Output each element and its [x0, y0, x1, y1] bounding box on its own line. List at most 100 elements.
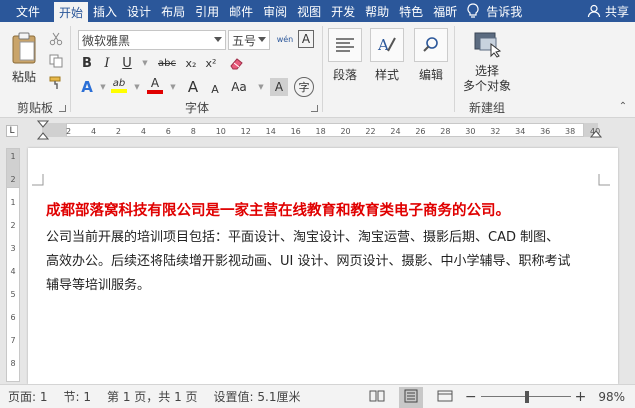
tab-insert[interactable]: 插入	[88, 0, 122, 22]
select-objects-label: 选择 多个对象	[456, 64, 518, 94]
zoom-level[interactable]: 98%	[598, 390, 625, 404]
font-name-select[interactable]: 微软雅黑	[78, 30, 226, 50]
tab-special[interactable]: 特色	[394, 0, 428, 22]
clipboard-dialog-launcher[interactable]	[59, 105, 66, 112]
vertical-ruler[interactable]: 1 2 1 2 3 4 5 6 7 8	[0, 142, 24, 382]
print-layout-button[interactable]	[398, 386, 423, 408]
paragraph-button[interactable]	[328, 28, 362, 62]
select-objects-label-line1: 选择	[474, 64, 499, 78]
font-dialog-launcher[interactable]	[311, 105, 318, 112]
ruler-tick-label: 8	[190, 127, 196, 136]
font-color-dropdown[interactable]: ▼	[164, 78, 182, 96]
tell-me-box[interactable]: 告诉我	[462, 0, 526, 22]
document-title-line[interactable]: 成都部落窝科技有限公司是一家主营在线教育和教育类电子商务的公司。	[46, 200, 601, 222]
italic-button[interactable]: I	[98, 54, 116, 72]
status-page-count[interactable]: 第 1 页，共 1 页	[91, 388, 198, 405]
collapse-ribbon-button[interactable]: ⌃	[617, 101, 629, 112]
ruler-tick-label: 20	[340, 127, 351, 136]
tab-file[interactable]: 文件	[0, 0, 54, 22]
tab-help[interactable]: 帮助	[360, 0, 394, 22]
change-case-dropdown[interactable]: ▼	[252, 78, 270, 96]
chevron-down-icon	[214, 37, 222, 42]
tab-developer[interactable]: 开发	[326, 0, 360, 22]
share-button[interactable]: 共享	[587, 0, 635, 22]
status-section[interactable]: 节: 1	[48, 388, 92, 405]
editing-button[interactable]	[414, 28, 448, 62]
vertical-scrollbar[interactable]	[625, 142, 635, 384]
read-mode-button[interactable]	[369, 389, 385, 406]
new-group-label: 新建组	[468, 101, 505, 115]
clear-formatting-button[interactable]	[228, 54, 246, 72]
tab-view[interactable]: 视图	[292, 0, 326, 22]
group-separator	[70, 26, 71, 112]
group-separator	[454, 26, 455, 112]
tab-layout[interactable]: 布局	[156, 0, 190, 22]
strikethrough-button[interactable]: abc	[154, 54, 180, 72]
shrink-font-button[interactable]: A	[206, 80, 224, 98]
tab-mailings[interactable]: 邮件	[224, 0, 258, 22]
status-setting-value[interactable]: 设置值: 5.1厘米	[198, 388, 301, 405]
highlight-dropdown[interactable]: ▼	[128, 78, 146, 96]
underline-dropdown[interactable]: ▼	[136, 54, 154, 72]
cut-button[interactable]	[46, 30, 66, 48]
styles-group: A 样式	[366, 22, 408, 118]
phonetic-guide-label: wén	[276, 34, 294, 44]
vertical-ruler-tick-label: 7	[10, 336, 16, 345]
tab-references[interactable]: 引用	[190, 0, 224, 22]
document-paragraph-line[interactable]: 辅导等培训服务。	[46, 274, 601, 298]
right-indent-marker-icon[interactable]	[590, 130, 602, 140]
margin-corner-mark	[32, 174, 44, 186]
subscript-button[interactable]: x₂	[182, 54, 200, 72]
font-group: 微软雅黑 五号 wén A B I U ▼ abc x₂ x² A ▼ ab ▼…	[72, 22, 322, 118]
document-paragraph-line[interactable]: 高效办公。后续还将陆续增开影视动画、UI 设计、网页设计、摄影、中小学辅导、职称…	[46, 250, 601, 274]
tab-review[interactable]: 审阅	[258, 0, 292, 22]
bold-button[interactable]: B	[78, 54, 96, 72]
ruler-tick-label: 18	[315, 127, 326, 136]
styles-button[interactable]: A	[370, 28, 404, 62]
paste-button[interactable]	[6, 28, 42, 68]
horizontal-ruler[interactable]: L 24246810121416182022242628303234363840	[0, 118, 635, 142]
zoom-out-button[interactable]: −	[465, 389, 477, 405]
view-and-zoom-controls: − + 98%	[369, 385, 635, 408]
zoom-slider-thumb[interactable]	[524, 391, 529, 403]
grow-font-button[interactable]: A	[184, 78, 202, 96]
web-layout-button[interactable]	[437, 389, 453, 406]
web-layout-icon	[437, 390, 453, 401]
vertical-ruler-tick-label: 8	[10, 359, 16, 368]
enclose-characters-button[interactable]: 字	[294, 77, 314, 97]
ruler-tick-label: 14	[265, 127, 276, 136]
vertical-ruler-tick-label: 5	[10, 290, 16, 299]
highlight-button[interactable]: ab	[110, 76, 128, 94]
format-painter-button[interactable]	[46, 74, 66, 92]
character-shading-button[interactable]: A	[270, 78, 288, 96]
paragraph-label: 段落	[332, 68, 357, 82]
document-page[interactable]: 成都部落窝科技有限公司是一家主营在线教育和教育类电子商务的公司。 公司当前开展的…	[28, 148, 618, 384]
document-paragraph-line[interactable]: 公司当前开展的培训项目包括：平面设计、淘宝设计、淘宝运营、摄影后期、CAD 制图…	[46, 226, 601, 250]
document-body[interactable]: 成都部落窝科技有限公司是一家主营在线教育和教育类电子商务的公司。 公司当前开展的…	[46, 200, 601, 298]
indent-marker-icon[interactable]	[37, 120, 49, 142]
zoom-in-button[interactable]: +	[575, 389, 587, 405]
ruler-tick-label: 6	[165, 127, 171, 136]
font-size-select[interactable]: 五号	[228, 30, 270, 50]
underline-button[interactable]: U	[118, 54, 136, 72]
tab-foxit[interactable]: 福昕	[428, 0, 462, 22]
paste-label: 粘贴	[11, 70, 36, 84]
character-border-button[interactable]: A	[298, 30, 314, 48]
new-group: 选择 多个对象 新建组	[456, 22, 518, 118]
tab-design[interactable]: 设计	[122, 0, 156, 22]
superscript-button[interactable]: x²	[202, 54, 220, 72]
tab-home[interactable]: 开始	[54, 2, 89, 22]
phonetic-guide-button[interactable]: wén	[276, 30, 294, 48]
ruler-tick-label: 12	[240, 127, 251, 136]
font-color-button[interactable]: A	[146, 76, 164, 94]
status-page[interactable]: 页面: 1	[0, 388, 48, 405]
copy-button[interactable]	[46, 52, 66, 70]
lightbulb-icon	[467, 3, 479, 18]
zoom-slider[interactable]	[480, 391, 571, 403]
search-icon	[423, 37, 438, 52]
select-objects-button[interactable]	[470, 28, 504, 60]
ruler-tick-label: 4	[140, 127, 146, 136]
change-case-button[interactable]: Aa	[228, 78, 250, 96]
ruler-tick-label: 24	[390, 127, 401, 136]
vertical-ruler-tick-label: 1	[10, 152, 16, 161]
